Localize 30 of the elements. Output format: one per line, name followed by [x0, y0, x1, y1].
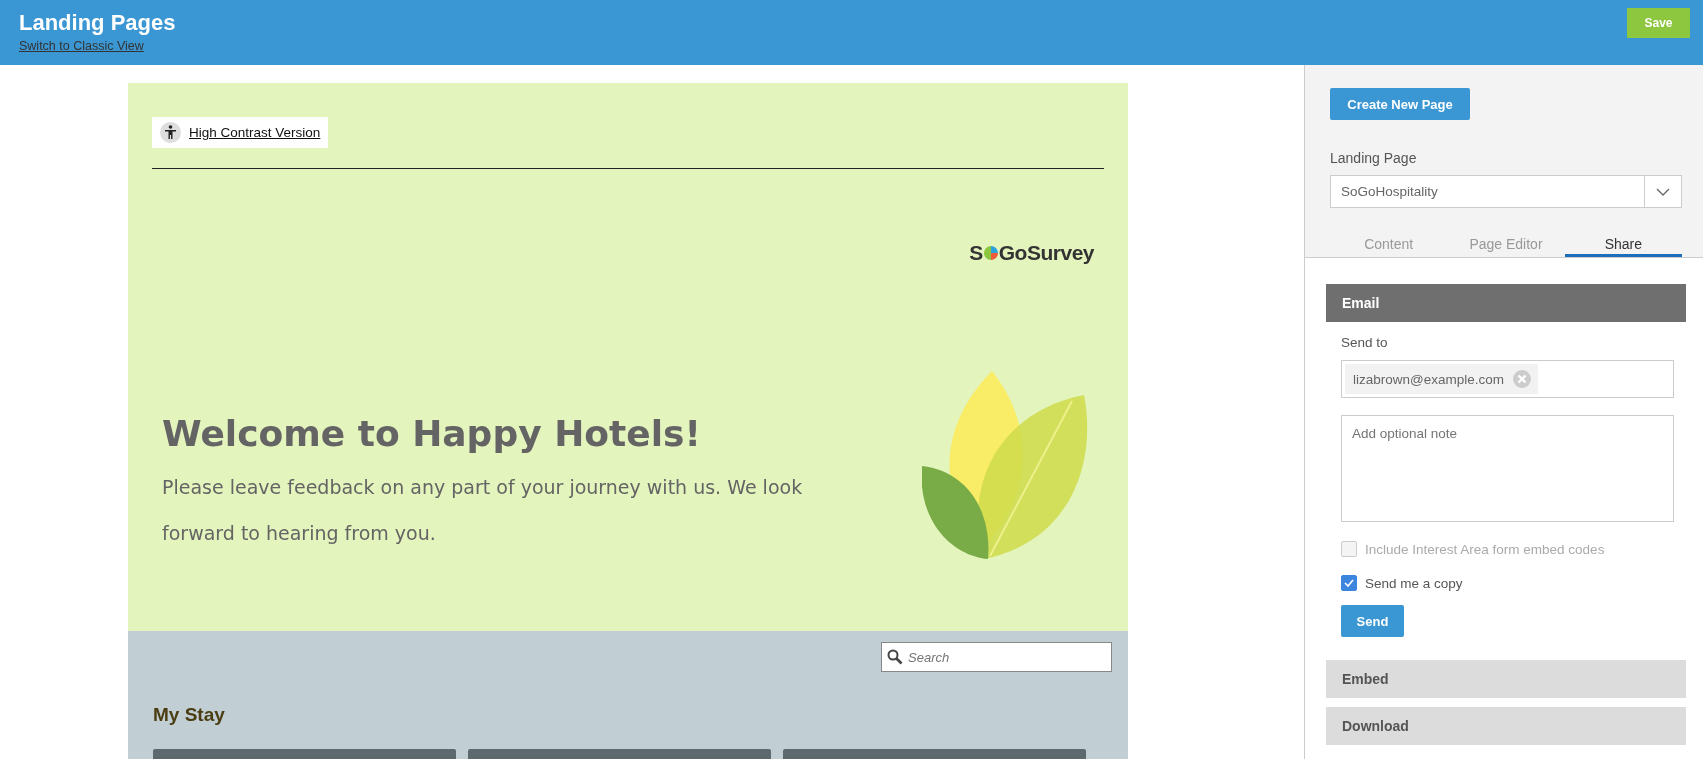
- recipients-field[interactable]: lizabrown@example.com: [1341, 360, 1674, 398]
- section-header[interactable]: Email: [1326, 284, 1686, 322]
- intro-text: Please leave feedback on any part of your journey with us. We look forward to hearing from you.: [162, 475, 804, 546]
- section-header[interactable]: Download: [1326, 707, 1686, 745]
- field-label: Landing Page: [1330, 150, 1418, 166]
- recipient-tag: lizabrown@example.com: [1345, 364, 1538, 394]
- classic-view-link[interactable]: Switch to Classic View: [19, 39, 176, 53]
- landing-page-dropdown[interactable]: SoGoHospitality: [1330, 175, 1682, 208]
- create-page-button[interactable]: Create New Page: [1330, 88, 1470, 120]
- section-header[interactable]: Embed: [1326, 660, 1686, 698]
- page-title: Landing Pages: [19, 10, 176, 36]
- remove-icon[interactable]: [1513, 370, 1531, 388]
- check-icon: [1344, 579, 1354, 587]
- panel-tab[interactable]: Page Editor: [1447, 232, 1565, 257]
- note-field[interactable]: Add optional note: [1341, 415, 1674, 522]
- section-title: My Stay: [153, 704, 226, 726]
- brand-logo: S GoSurvey: [969, 241, 1094, 265]
- chevron-down-icon: [1656, 187, 1670, 196]
- panel-tab[interactable]: Share: [1564, 232, 1682, 257]
- panel-tab[interactable]: Content: [1330, 232, 1448, 257]
- checkbox[interactable]: [1341, 575, 1357, 591]
- search-icon: [887, 649, 903, 665]
- send-button[interactable]: Send: [1341, 605, 1404, 637]
- accessibility-icon: [160, 122, 181, 143]
- checkbox-label: Include Interest Area form embed codes: [1365, 541, 1605, 557]
- checkbox-label: Send me a copy: [1365, 575, 1463, 591]
- welcome-heading: Welcome to Happy Hotels!: [162, 413, 702, 454]
- high-contrast-link[interactable]: High Contrast Version: [152, 117, 329, 148]
- field-label: Send to: [1341, 335, 1389, 350]
- search-field[interactable]: Search: [881, 642, 1112, 672]
